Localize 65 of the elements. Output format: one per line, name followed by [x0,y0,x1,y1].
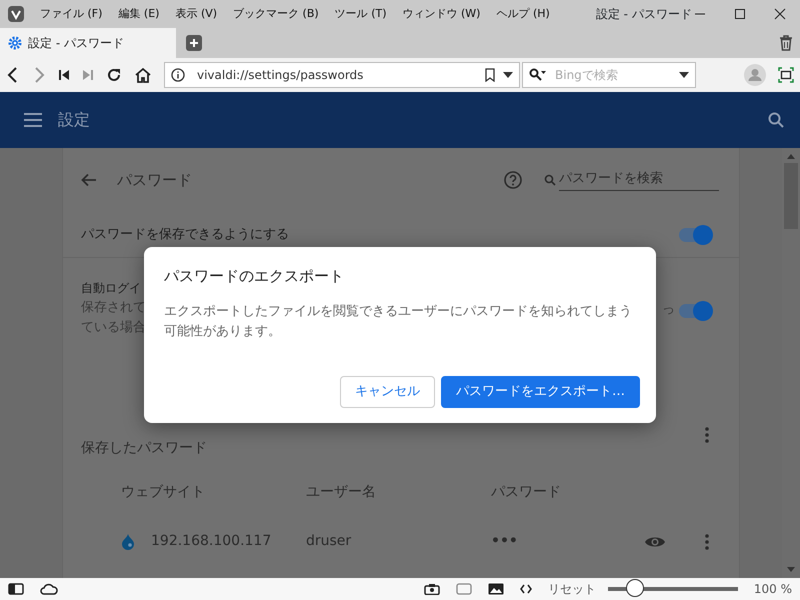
bookmark-icon[interactable] [485,68,495,82]
reset-label[interactable]: リセット [548,580,596,598]
reload-icon[interactable] [106,67,122,83]
new-tab-icon[interactable] [186,35,202,51]
column-header: パスワード [491,483,562,502]
help-icon[interactable] [504,171,522,189]
search-icon[interactable] [768,112,784,128]
column-header: ウェブサイト [121,483,206,502]
menu-icon[interactable] [24,113,42,127]
panel-toggle-icon[interactable] [8,583,24,595]
search-placeholder: Bingで検索 [555,67,618,84]
toggle-switch[interactable] [679,228,711,242]
app-logo-icon[interactable] [8,6,24,22]
code-icon[interactable] [520,584,532,594]
trash-icon[interactable] [779,35,793,51]
table-cell-text: ••• [491,532,518,551]
dialog-title: パスワードのエクスポート [164,266,345,287]
droplet-icon [121,534,135,550]
dropdown-icon[interactable] [503,72,513,78]
setting-label: パスワードを保存できるようにする [81,226,289,244]
window-panel-icon[interactable] [778,67,794,83]
window-title: 設定 - パスワード [596,6,692,23]
scroll-down-icon[interactable] [787,567,795,572]
url-text: vivaldi://settings/passwords [197,67,364,84]
close-icon[interactable] [774,8,786,20]
menu-item[interactable]: 編集 (E) [118,6,160,22]
menu-item[interactable]: ウィンドウ (W) [402,6,480,22]
more-icon[interactable] [705,534,709,550]
table-cell-text: 192.168.100.117 [151,532,272,551]
menu-item[interactable]: ファイル (F) [40,6,102,22]
tab[interactable]: 設定 - パスワード [0,28,176,58]
info-icon [171,68,185,82]
address-field[interactable]: vivaldi://settings/passwords [164,62,520,88]
page-title: パスワード [117,170,192,191]
dialog-message: エクスポートしたファイルを閲覧できるユーザーにパスワードを知られてしまう可能性があります。 [164,302,633,340]
toggle-switch[interactable] [679,304,711,318]
column-header: ユーザー名 [306,483,377,502]
menu-item[interactable]: ブックマーク (B) [233,6,319,22]
gear-icon [8,36,22,50]
table-cell-text: druser [306,532,352,551]
scroll-up-icon[interactable] [787,154,795,159]
setting-label: 自動ログイ [81,280,142,297]
camera-icon[interactable] [424,583,440,595]
more-icon[interactable] [705,427,709,443]
search-icon [529,68,547,82]
zoom-level: 100 % [754,581,792,598]
image-icon[interactable] [488,583,504,595]
menu-item[interactable]: ヘルプ (H) [496,6,550,22]
header-title: 設定 [58,109,90,131]
window-icon[interactable] [456,583,472,595]
menu-item[interactable]: ツール (T) [334,6,387,22]
maximize-icon[interactable] [734,8,746,20]
export-button[interactable]: パスワードをエクスポート… [441,376,640,408]
search-icon [544,174,556,186]
skip-forward-icon[interactable] [82,69,94,81]
dropdown-icon[interactable] [679,72,689,78]
eye-icon[interactable] [645,536,665,548]
back-arrow-icon[interactable] [81,173,97,187]
menu-item[interactable]: 表示 (V) [175,6,218,22]
home-icon[interactable] [134,67,152,83]
skip-back-icon[interactable] [58,69,70,81]
zoom-slider-thumb[interactable] [626,579,644,597]
cancel-button[interactable]: キャンセル [340,376,435,408]
cloud-icon[interactable] [40,583,58,595]
section-title: 保存したパスワード [81,438,207,458]
